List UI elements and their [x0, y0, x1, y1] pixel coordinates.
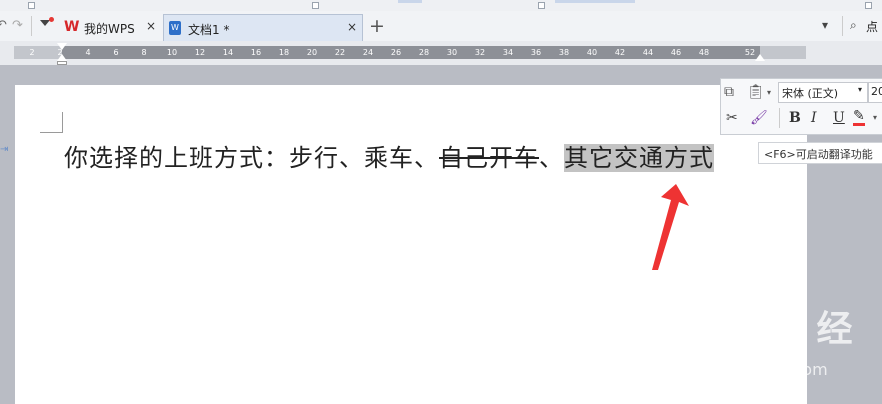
search-icon[interactable]: ⌕	[850, 18, 857, 33]
ruler-tick-label: 48	[698, 48, 710, 57]
new-tab-button[interactable]: +	[369, 15, 385, 37]
redo-icon[interactable]: ↷	[12, 18, 23, 33]
document-icon: W	[169, 21, 181, 35]
tab-label: 文档1 *	[188, 23, 230, 37]
tooltip-text: <F6>可启动翻译功能	[764, 148, 873, 161]
highlight-color-icon[interactable]: ✎	[853, 109, 865, 126]
tab-document-1[interactable]: W 文档1 * ×	[163, 14, 363, 41]
margin-corner-mark	[62, 112, 63, 133]
paragraph-text: 你选择的上班方式：步行、乘车、	[64, 144, 439, 172]
paste-dropdown-icon[interactable]: ▾	[767, 88, 771, 97]
divider	[779, 108, 780, 128]
ruler-tick-label: 32	[474, 48, 486, 57]
ruler-tick-label: 2	[29, 48, 35, 57]
divider	[31, 16, 32, 36]
ruler-tick-label: 16	[250, 48, 262, 57]
tab-label: 我的WPS	[84, 22, 135, 36]
strip-marker	[538, 2, 545, 9]
chevron-down-icon: ▾	[858, 85, 863, 94]
bold-button[interactable]: B	[789, 110, 801, 126]
right-indent-marker[interactable]	[755, 54, 765, 61]
copy-icon[interactable]: ⧉	[724, 84, 734, 100]
ruler-tick-label: 24	[362, 48, 374, 57]
ruler-tick-label: 34	[502, 48, 514, 57]
watermark-url: jingyan.baidu.com	[680, 360, 828, 379]
font-name-value: 宋体 (正文)	[782, 87, 839, 100]
baidu-jingyan-watermark: Bai du 经验	[676, 309, 853, 402]
undo-icon[interactable]: ↶	[0, 18, 7, 33]
left-indent-marker[interactable]	[57, 54, 67, 65]
strip-marker	[312, 2, 319, 9]
ruler-tick-label: 46	[670, 48, 682, 57]
document-paragraph[interactable]: 你选择的上班方式：步行、乘车、自己开车、其它交通方式	[64, 138, 714, 173]
search-label[interactable]: 点	[866, 18, 878, 35]
strip-highlight	[555, 0, 635, 3]
ruler-tick-label: 22	[334, 48, 346, 57]
ruler-tick-label: 36	[530, 48, 542, 57]
strikethrough-text: 自己开车	[439, 144, 539, 172]
ruler-tick-label: 6	[113, 48, 119, 57]
ruler-tick-label: 10	[166, 48, 178, 57]
ruler-tick-label: 44	[642, 48, 654, 57]
first-line-indent-marker[interactable]	[57, 43, 67, 50]
cut-icon[interactable]: ✂	[726, 110, 738, 126]
font-size-select[interactable]: 20	[868, 82, 882, 103]
ruler-tick-label: 28	[418, 48, 430, 57]
strip-marker	[28, 2, 35, 9]
close-icon[interactable]: ×	[146, 19, 156, 33]
ruler-tick-label: 42	[614, 48, 626, 57]
divider	[842, 16, 843, 36]
separator-text: 、	[539, 144, 564, 172]
ruler-tick-label: 30	[446, 48, 458, 57]
underline-button[interactable]: U	[833, 110, 845, 126]
paste-icon[interactable]: 📋︎	[747, 84, 765, 100]
wps-logo-icon: W	[64, 19, 80, 35]
red-arrow-annotation	[652, 184, 689, 270]
ruler-ticks: 2 2 4 6 8 10 12 14 16 18 20 22 24 26 28 30 32 34 36 38 40 42 4…	[14, 46, 806, 59]
ruler-tick-label: 4	[85, 48, 91, 57]
strip-marker	[865, 2, 872, 9]
ruler-tick-label: 14	[222, 48, 234, 57]
ruler-tick-label: 20	[306, 48, 318, 57]
ruler-tick-label: 8	[141, 48, 147, 57]
tab-my-wps[interactable]: W 我的WPS ×	[58, 14, 162, 40]
font-name-select[interactable]: 宋体 (正文) ▾	[778, 82, 868, 103]
notification-dot-icon	[49, 17, 54, 22]
selected-text[interactable]: 其它交通方式	[564, 144, 714, 172]
ruler-tick-label: 52	[744, 48, 756, 57]
ruler-tick-label: 18	[278, 48, 290, 57]
close-icon[interactable]: ×	[347, 20, 357, 34]
font-size-value: 20	[871, 85, 882, 98]
paragraph-marker-icon: ⇥	[0, 144, 9, 155]
italic-button[interactable]: I	[811, 110, 817, 126]
margin-corner-mark	[40, 132, 62, 133]
translate-tooltip: <F6>可启动翻译功能	[758, 142, 882, 164]
strip-highlight	[398, 0, 422, 3]
chevron-down-icon[interactable]: ▾	[873, 113, 877, 122]
ruler-tick-label: 26	[390, 48, 402, 57]
tab-list-icon[interactable]: ▾	[822, 18, 828, 32]
ruler-tick-label: 38	[558, 48, 570, 57]
format-painter-icon[interactable]: 🖌︎	[750, 110, 768, 126]
ruler-tick-label: 40	[586, 48, 598, 57]
ruler-tick-label: 12	[194, 48, 206, 57]
